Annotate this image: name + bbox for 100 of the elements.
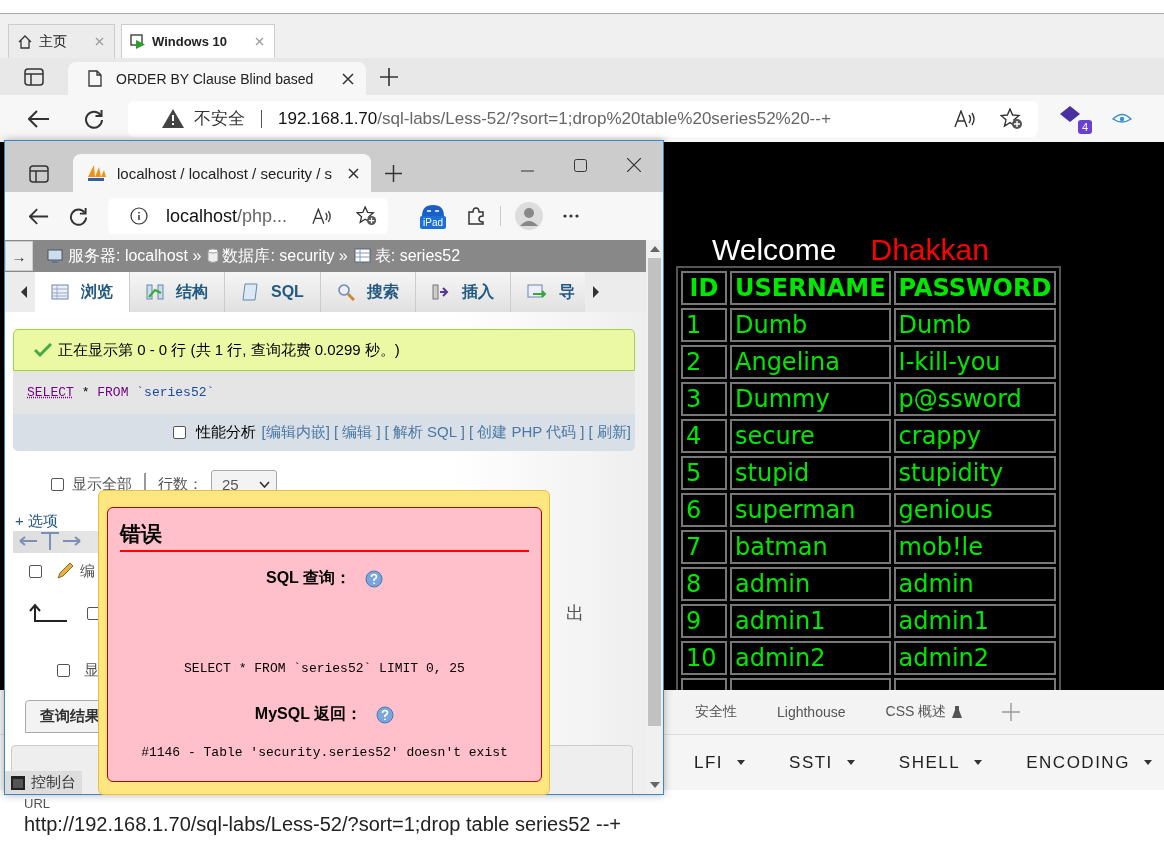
- help-icon[interactable]: [376, 705, 395, 724]
- console-bar[interactable]: 控制台: [5, 771, 82, 794]
- menu-button[interactable]: ENCODING: [1026, 752, 1152, 773]
- breadcrumb-link[interactable]: 服务器: localhost »: [47, 245, 202, 267]
- favorite-add-icon[interactable]: [1000, 107, 1024, 130]
- sails-icon: [85, 164, 107, 182]
- table-cell: 10: [681, 641, 727, 675]
- browser-tab[interactable]: localhost / localhost / security / s: [73, 154, 371, 192]
- table-icon: [353, 248, 372, 264]
- tab-actions-icon[interactable]: [24, 68, 44, 86]
- devtools-tab[interactable]: CSS 概述: [885, 703, 963, 721]
- show-label: 显: [84, 661, 99, 680]
- puzzle-icon[interactable]: [466, 206, 486, 226]
- breadcrumb-link[interactable]: 数据库: security »: [207, 245, 348, 267]
- table-cell: Angelina: [730, 345, 891, 379]
- table-cell: stupid: [730, 456, 891, 490]
- refresh-icon[interactable]: [69, 206, 88, 226]
- menu-button[interactable]: SHELL: [898, 752, 983, 773]
- table-cell: 2: [681, 345, 727, 379]
- table-icon: [51, 284, 69, 300]
- menu-button[interactable]: SSTI: [789, 752, 855, 773]
- export-link[interactable]: 出: [566, 601, 584, 625]
- edit-link[interactable]: 编: [80, 561, 95, 581]
- table-cell: 7: [681, 530, 727, 564]
- search-icon: [336, 283, 355, 301]
- page-tab[interactable]: 插入: [415, 272, 511, 312]
- url-field[interactable]: http://192.168.1.70/sql-labs/Less-52/?sort=1;drop table series52 --+: [24, 813, 1164, 836]
- table-cell: admin: [730, 567, 891, 601]
- help-icon[interactable]: [365, 569, 383, 588]
- refresh-icon[interactable]: [84, 108, 104, 129]
- flask-icon: [952, 706, 963, 718]
- pencil-icon: [55, 561, 75, 581]
- table-cell: admin2: [730, 641, 891, 675]
- maximize-icon[interactable]: [574, 159, 587, 172]
- insert-icon: [431, 283, 450, 301]
- home-icon: [17, 33, 33, 50]
- console-icon: [11, 775, 25, 790]
- close-icon[interactable]: [627, 158, 641, 172]
- browser-tab[interactable]: ORDER BY Clause Blind based: [68, 62, 366, 95]
- menu-button[interactable]: LFI: [694, 752, 746, 773]
- scrollbar[interactable]: [646, 240, 663, 794]
- table-cell: admin1: [893, 604, 1057, 638]
- back-icon[interactable]: [28, 109, 50, 128]
- devtools-tab[interactable]: 安全性: [695, 703, 737, 721]
- scroll-left-icon[interactable]: [21, 286, 27, 298]
- chevron-down-icon: [259, 480, 270, 488]
- tab-actions-icon[interactable]: [29, 165, 49, 183]
- address-field[interactable]: 不安全 192.168.1.70/sql-labs/Less-52/?sort=1;drop%20table%20series52%20--+: [128, 100, 1038, 137]
- checkbox[interactable]: [29, 564, 42, 578]
- read-aloud-icon[interactable]: [312, 207, 332, 225]
- action-link[interactable]: [编辑内嵌]: [261, 423, 330, 442]
- breadcrumb-link[interactable]: 表: series52: [353, 245, 461, 267]
- close-icon[interactable]: [342, 72, 354, 85]
- checkbox[interactable]: [51, 477, 64, 491]
- page-tab[interactable]: 搜索: [320, 272, 416, 312]
- devtools-tab[interactable]: Lighthouse: [777, 704, 846, 720]
- read-aloud-icon[interactable]: [954, 109, 976, 128]
- welcome-text: Welcome: [712, 232, 837, 268]
- table-cell: admin2: [893, 641, 1057, 675]
- page-tab[interactable]: 导: [510, 272, 585, 312]
- table-cell: 3: [681, 382, 727, 416]
- scroll-up-icon[interactable]: [649, 246, 660, 252]
- action-link[interactable]: [ 刷新]: [588, 423, 631, 442]
- page-tab[interactable]: 结构: [130, 272, 225, 312]
- action-link[interactable]: [ 创建 PHP 代码 ]: [468, 423, 585, 442]
- new-tab-icon[interactable]: [385, 165, 402, 182]
- vm-tab[interactable]: Windows 10: [121, 24, 275, 58]
- caret-icon: [737, 760, 746, 765]
- caret-icon: [974, 760, 983, 765]
- page-tab[interactable]: SQL: [225, 272, 321, 312]
- navigation-toggle[interactable]: →: [5, 241, 33, 271]
- new-tab-icon[interactable]: [380, 68, 398, 86]
- warning-icon: [162, 109, 184, 128]
- action-link[interactable]: [ 解析 SQL ]: [384, 423, 465, 442]
- extension-badge: 4: [1077, 119, 1092, 134]
- scroll-right-icon[interactable]: [593, 286, 599, 298]
- database-icon: [207, 248, 220, 264]
- table-cell: stupidity: [893, 456, 1057, 490]
- vm-tab[interactable]: 主页: [8, 24, 115, 58]
- user-name: Dhakkan: [870, 232, 989, 268]
- favorite-add-icon[interactable]: [356, 206, 378, 226]
- table-cell: 8: [681, 567, 727, 601]
- scroll-down-icon[interactable]: [649, 782, 660, 788]
- column-header: USERNAME: [730, 271, 891, 305]
- scroll-icon: [241, 283, 259, 301]
- caret-icon: [846, 760, 855, 765]
- checkbox[interactable]: [57, 664, 70, 677]
- action-link[interactable]: [ 编辑 ]: [333, 423, 381, 442]
- sql-query: SELECT * FROM `series52`: [27, 385, 215, 400]
- more-icon[interactable]: [563, 214, 579, 218]
- url-label: URL: [24, 797, 51, 811]
- address-field[interactable]: localhost/php...: [108, 198, 388, 234]
- page-tab[interactable]: 浏览: [35, 272, 130, 312]
- eye-icon[interactable]: [1112, 112, 1132, 125]
- message-text: 正在显示第 0 - 0 行 (共 1 行, 查询花费 0.0299 秒。): [58, 340, 400, 360]
- back-icon[interactable]: [29, 207, 49, 225]
- checkbox[interactable]: [172, 426, 186, 439]
- avatar-icon[interactable]: [515, 202, 543, 230]
- close-icon[interactable]: [348, 167, 359, 179]
- column-resize-icon[interactable]: [19, 531, 81, 551]
